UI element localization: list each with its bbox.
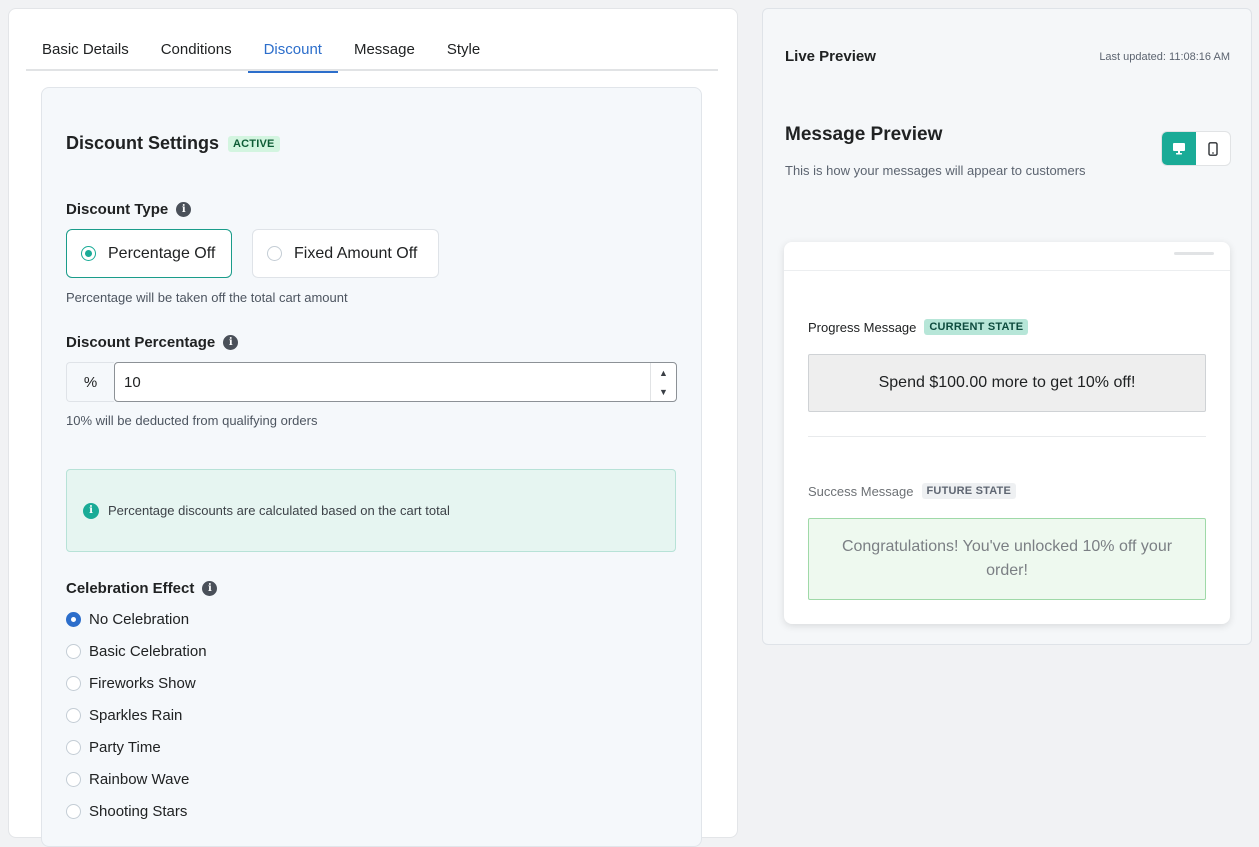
desktop-icon [1173, 143, 1185, 155]
radio-unselected-icon [66, 772, 81, 787]
radio-unselected-icon [66, 644, 81, 659]
discount-percentage-value: 10 [124, 373, 141, 391]
celebration-option-basic[interactable]: Basic Celebration [66, 643, 207, 660]
radio-unselected-icon [66, 708, 81, 723]
discount-type-help: Percentage will be taken off the total c… [66, 290, 348, 305]
option-label: Party Time [89, 739, 161, 756]
option-label: Rainbow Wave [89, 771, 190, 788]
decrement-icon[interactable]: ▼ [651, 382, 676, 401]
divider [784, 270, 1230, 271]
radio-unselected-icon [66, 740, 81, 755]
option-label: Fireworks Show [89, 675, 196, 692]
live-preview-card: Live Preview Last updated: 11:08:16 AM M… [762, 8, 1252, 645]
message-preview-subtitle: This is how your messages will appear to… [785, 163, 1086, 178]
celebration-option-shooting-stars[interactable]: Shooting Stars [66, 803, 187, 820]
progress-message-label: Progress Message [808, 319, 917, 335]
celebration-effect-label-text: Celebration Effect [66, 580, 195, 597]
option-label: No Celebration [89, 611, 190, 628]
drag-handle [1174, 252, 1214, 255]
info-icon: i [83, 502, 99, 519]
option-label: Percentage Off [108, 244, 216, 262]
live-preview-title: Live Preview [785, 48, 876, 65]
info-icon[interactable]: i [202, 581, 218, 596]
option-label: Fixed Amount Off [294, 244, 418, 262]
celebration-option-rainbow-wave[interactable]: Rainbow Wave [66, 771, 189, 788]
celebration-option-party-time[interactable]: Party Time [66, 739, 161, 756]
celebration-option-sparkles[interactable]: Sparkles Rain [66, 707, 182, 724]
message-preview-card: Progress Message CURRENT STATE Spend $10… [784, 242, 1230, 624]
tab-message[interactable]: Message [338, 31, 431, 71]
discount-settings-panel: Discount Settings ACTIVE Discount Type i… [41, 87, 702, 847]
tab-discount[interactable]: Discount [247, 31, 339, 73]
radio-selected-icon [66, 612, 81, 627]
celebration-option-no-celebration[interactable]: No Celebration [66, 611, 189, 628]
option-percentage-off[interactable]: Percentage Off [66, 229, 232, 278]
success-message-header: Success Message FUTURE STATE [808, 483, 1016, 499]
status-badge: ACTIVE [228, 135, 280, 152]
radio-unselected-icon [66, 676, 81, 691]
last-updated: Last updated: 11:08:16 AM [1099, 51, 1230, 63]
discount-percentage-help: 10% will be deducted from qualifying ord… [66, 413, 318, 428]
discount-percentage-input-group: % 10 ▲ ▼ [66, 362, 677, 402]
percent-prefix: % [66, 362, 114, 402]
discount-type-label: Discount Type i [66, 201, 192, 218]
tab-basic-details[interactable]: Basic Details [26, 31, 145, 71]
radio-unselected-icon [267, 246, 282, 261]
mobile-icon [1208, 141, 1218, 156]
success-message-label: Success Message [808, 483, 914, 499]
option-fixed-amount-off[interactable]: Fixed Amount Off [252, 229, 439, 278]
tab-conditions[interactable]: Conditions [145, 31, 248, 71]
discount-percentage-label: Discount Percentage i [66, 334, 239, 351]
section-title: Discount Settings [66, 133, 220, 153]
mobile-view-button[interactable] [1196, 132, 1230, 165]
progress-message-header: Progress Message CURRENT STATE [808, 319, 1029, 335]
radio-unselected-icon [66, 804, 81, 819]
info-icon[interactable]: i [176, 202, 192, 217]
discount-percentage-input[interactable]: 10 ▲ ▼ [114, 362, 677, 402]
success-message-preview: Congratulations! You've unlocked 10% off… [808, 518, 1206, 600]
radio-selected-icon [81, 246, 96, 261]
increment-icon[interactable]: ▲ [651, 363, 676, 382]
info-notice: i Percentage discounts are calculated ba… [66, 469, 676, 552]
device-toggle [1161, 131, 1231, 166]
future-state-badge: FUTURE STATE [921, 483, 1016, 499]
tab-style[interactable]: Style [431, 31, 496, 71]
number-stepper: ▲ ▼ [650, 363, 676, 401]
info-icon[interactable]: i [223, 335, 239, 350]
celebration-effect-label: Celebration Effect i [66, 580, 218, 597]
discount-percentage-label-text: Discount Percentage [66, 334, 216, 351]
option-label: Sparkles Rain [89, 707, 183, 724]
divider [808, 436, 1206, 437]
notice-text: Percentage discounts are calculated base… [108, 503, 450, 518]
section-header: Discount Settings ACTIVE [66, 133, 280, 154]
option-label: Basic Celebration [89, 643, 207, 660]
discount-type-label-text: Discount Type [66, 201, 169, 218]
current-state-badge: CURRENT STATE [924, 319, 1029, 335]
desktop-view-button[interactable] [1162, 132, 1196, 165]
progress-message-preview: Spend $100.00 more to get 10% off! [808, 354, 1206, 412]
tab-bar: Basic Details Conditions Discount Messag… [26, 31, 718, 73]
celebration-option-fireworks[interactable]: Fireworks Show [66, 675, 196, 692]
settings-card: Basic Details Conditions Discount Messag… [8, 8, 738, 847]
message-preview-title: Message Preview [785, 124, 943, 145]
option-label: Shooting Stars [89, 803, 188, 820]
